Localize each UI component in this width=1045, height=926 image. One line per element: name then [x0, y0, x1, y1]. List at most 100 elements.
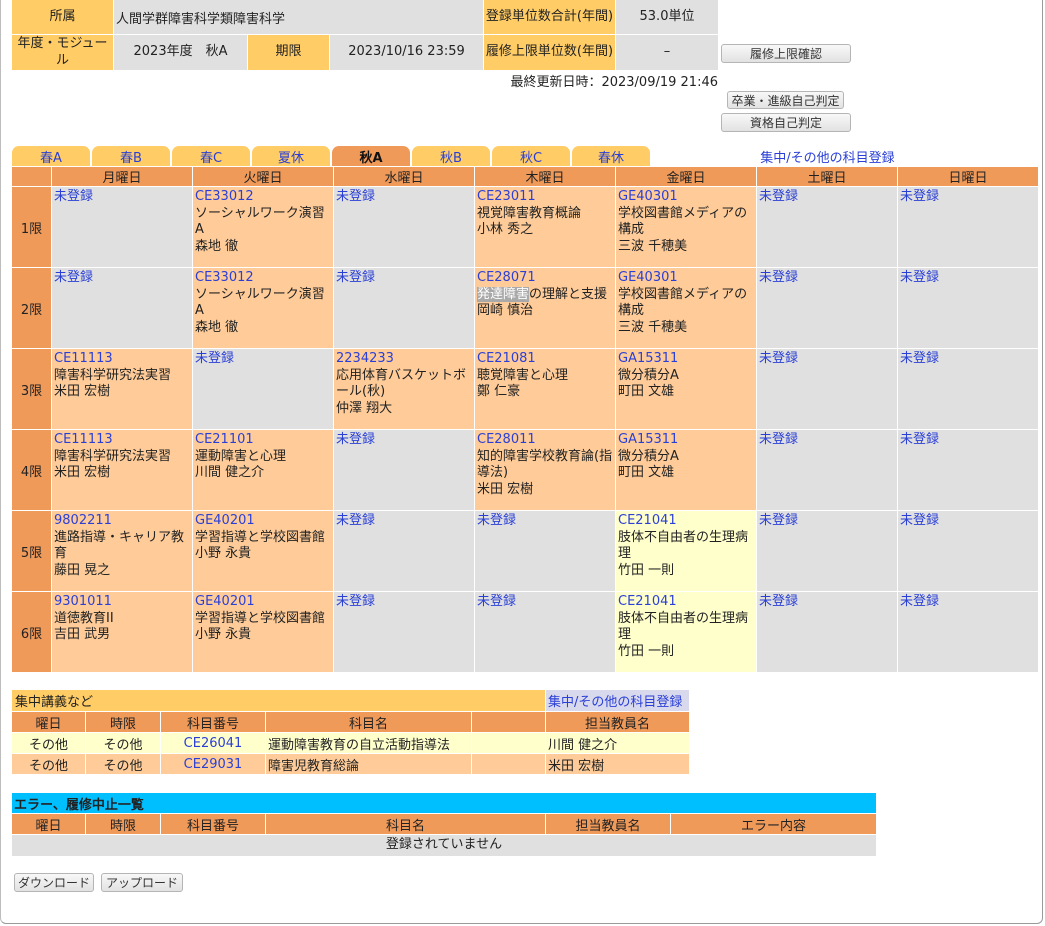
- unregistered-link[interactable]: 未登録: [54, 270, 190, 287]
- unregistered-link[interactable]: 未登録: [900, 189, 1036, 206]
- timetable-slot-empty[interactable]: 未登録: [898, 511, 1038, 591]
- unregistered-link[interactable]: 未登録: [759, 594, 895, 611]
- upload-button[interactable]: アップロード: [101, 873, 183, 892]
- course-code-link[interactable]: 9802211: [54, 513, 190, 530]
- unregistered-link[interactable]: 未登録: [900, 270, 1036, 287]
- timetable-slot[interactable]: GE40301 学校図書館メディアの構成 三波 千穂美: [616, 268, 756, 348]
- timetable-slot-empty[interactable]: 未登録: [52, 187, 192, 267]
- timetable-slot[interactable]: 9802211 進路指導・キャリア教育 藤田 晃之: [52, 511, 192, 591]
- course-code-link[interactable]: GE40201: [195, 513, 331, 530]
- unregistered-link[interactable]: 未登録: [759, 513, 895, 530]
- course-code-link[interactable]: CE28011: [477, 432, 613, 449]
- unregistered-link[interactable]: 未登録: [477, 513, 613, 530]
- course-code-link[interactable]: GA15311: [618, 351, 754, 368]
- timetable-slot-empty[interactable]: 未登録: [757, 592, 897, 672]
- unregistered-link[interactable]: 未登録: [900, 432, 1036, 449]
- course-code-link[interactable]: CE21101: [195, 432, 331, 449]
- tab-8[interactable]: 春休: [572, 146, 650, 166]
- timetable-slot[interactable]: 9301011 道徳教育II 吉田 武男: [52, 592, 192, 672]
- unregistered-link[interactable]: 未登録: [336, 513, 472, 530]
- unregistered-link[interactable]: 未登録: [336, 594, 472, 611]
- qualification-check-button[interactable]: 資格自己判定: [721, 113, 851, 132]
- timetable-slot[interactable]: CE11113 障害科学研究法実習 米田 宏樹: [52, 349, 192, 429]
- timetable-slot-empty[interactable]: 未登録: [898, 187, 1038, 267]
- course-code-link[interactable]: CE23011: [477, 189, 613, 206]
- timetable-slot[interactable]: CE11113 障害科学研究法実習 米田 宏樹: [52, 430, 192, 510]
- timetable-slot-empty[interactable]: 未登録: [334, 187, 474, 267]
- timetable-slot[interactable]: CE21101 運動障害と心理 川間 健之介: [193, 430, 333, 510]
- timetable-slot[interactable]: GE40201 学習指導と学校図書館 小野 永貴: [193, 511, 333, 591]
- timetable-slot[interactable]: CE33012 ソーシャルワーク演習A 森地 徹: [193, 187, 333, 267]
- intensive-course-code-link[interactable]: CE29031: [161, 754, 265, 774]
- timetable-slot[interactable]: GE40201 学習指導と学校図書館 小野 永貴: [193, 592, 333, 672]
- timetable-slot-empty[interactable]: 未登録: [757, 187, 897, 267]
- unregistered-link[interactable]: 未登録: [477, 594, 613, 611]
- unregistered-link[interactable]: 未登録: [759, 351, 895, 368]
- course-code-link[interactable]: 2234233: [336, 351, 472, 368]
- course-code-link[interactable]: CE28071: [477, 270, 613, 287]
- timetable-slot-empty[interactable]: 未登録: [193, 349, 333, 429]
- timetable-slot[interactable]: CE21041 肢体不自由者の生理病理 竹田 一則: [616, 592, 756, 672]
- tab-6[interactable]: 秋B: [412, 146, 490, 166]
- timetable-slot-empty[interactable]: 未登録: [475, 511, 615, 591]
- tab-7[interactable]: 秋C: [492, 146, 570, 166]
- timetable-slot-empty[interactable]: 未登録: [898, 592, 1038, 672]
- tab-4[interactable]: 夏休: [252, 146, 330, 166]
- course-code-link[interactable]: 9301011: [54, 594, 190, 611]
- tab-2[interactable]: 春B: [92, 146, 170, 166]
- course-code-link[interactable]: CE11113: [54, 351, 190, 368]
- timetable-slot-empty[interactable]: 未登録: [475, 592, 615, 672]
- unregistered-link[interactable]: 未登録: [900, 351, 1036, 368]
- course-code-link[interactable]: CE21041: [618, 594, 754, 611]
- timetable-slot-empty[interactable]: 未登録: [334, 430, 474, 510]
- timetable-slot[interactable]: CE28071 発達障害の理解と支援 岡崎 慎治: [475, 268, 615, 348]
- download-button[interactable]: ダウンロード: [14, 873, 94, 892]
- course-code-link[interactable]: CE21081: [477, 351, 613, 368]
- unregistered-link[interactable]: 未登録: [900, 594, 1036, 611]
- timetable-slot-empty[interactable]: 未登録: [334, 268, 474, 348]
- limit-check-button[interactable]: 履修上限確認: [721, 44, 851, 63]
- timetable-slot-empty[interactable]: 未登録: [757, 511, 897, 591]
- course-code-link[interactable]: GE40201: [195, 594, 331, 611]
- intensive-registration-link[interactable]: 集中/その他の科目登録: [740, 147, 915, 166]
- timetable-slot-empty[interactable]: 未登録: [898, 268, 1038, 348]
- course-code-link[interactable]: CE11113: [54, 432, 190, 449]
- tab-5[interactable]: 秋A: [332, 146, 410, 166]
- unregistered-link[interactable]: 未登録: [195, 351, 331, 368]
- tab-1[interactable]: 春A: [12, 146, 90, 166]
- timetable-slot[interactable]: GA15311 微分積分A 町田 文雄: [616, 430, 756, 510]
- intensive-course-code-link[interactable]: CE26041: [161, 733, 265, 753]
- graduation-check-button[interactable]: 卒業・進級自己判定: [727, 91, 844, 109]
- timetable-slot-empty[interactable]: 未登録: [898, 430, 1038, 510]
- timetable-slot[interactable]: GA15311 微分積分A 町田 文雄: [616, 349, 756, 429]
- timetable-slot-empty[interactable]: 未登録: [898, 349, 1038, 429]
- tab-3[interactable]: 春C: [172, 146, 250, 166]
- unregistered-link[interactable]: 未登録: [900, 513, 1036, 530]
- timetable-slot-empty[interactable]: 未登録: [334, 511, 474, 591]
- course-code-link[interactable]: CE33012: [195, 270, 331, 287]
- unregistered-link[interactable]: 未登録: [336, 189, 472, 206]
- timetable-slot[interactable]: 2234233 応用体育バスケットボール(秋) 仲澤 翔大: [334, 349, 474, 429]
- unregistered-link[interactable]: 未登録: [759, 432, 895, 449]
- course-code-link[interactable]: CE33012: [195, 189, 331, 206]
- timetable-slot[interactable]: CE33012 ソーシャルワーク演習A 森地 徹: [193, 268, 333, 348]
- course-code-link[interactable]: GE40301: [618, 270, 754, 287]
- timetable-slot[interactable]: CE21081 聴覚障害と心理鄭 仁豪: [475, 349, 615, 429]
- timetable-slot[interactable]: CE28011 知的障害学校教育論(指導法) 米田 宏樹: [475, 430, 615, 510]
- timetable-slot[interactable]: CE21041 肢体不自由者の生理病理 竹田 一則: [616, 511, 756, 591]
- unregistered-link[interactable]: 未登録: [54, 189, 190, 206]
- unregistered-link[interactable]: 未登録: [336, 432, 472, 449]
- unregistered-link[interactable]: 未登録: [759, 189, 895, 206]
- timetable-slot[interactable]: CE23011 視覚障害教育概論 小林 秀之: [475, 187, 615, 267]
- course-code-link[interactable]: GA15311: [618, 432, 754, 449]
- timetable-slot-empty[interactable]: 未登録: [757, 349, 897, 429]
- intensive-registration-link-2[interactable]: 集中/その他の科目登録: [546, 690, 689, 711]
- timetable-slot-empty[interactable]: 未登録: [334, 592, 474, 672]
- timetable-slot-empty[interactable]: 未登録: [757, 430, 897, 510]
- timetable-slot-empty[interactable]: 未登録: [52, 268, 192, 348]
- timetable-slot-empty[interactable]: 未登録: [757, 268, 897, 348]
- course-code-link[interactable]: GE40301: [618, 189, 754, 206]
- unregistered-link[interactable]: 未登録: [336, 270, 472, 287]
- timetable-slot[interactable]: GE40301 学校図書館メディアの構成 三波 千穂美: [616, 187, 756, 267]
- course-code-link[interactable]: CE21041: [618, 513, 754, 530]
